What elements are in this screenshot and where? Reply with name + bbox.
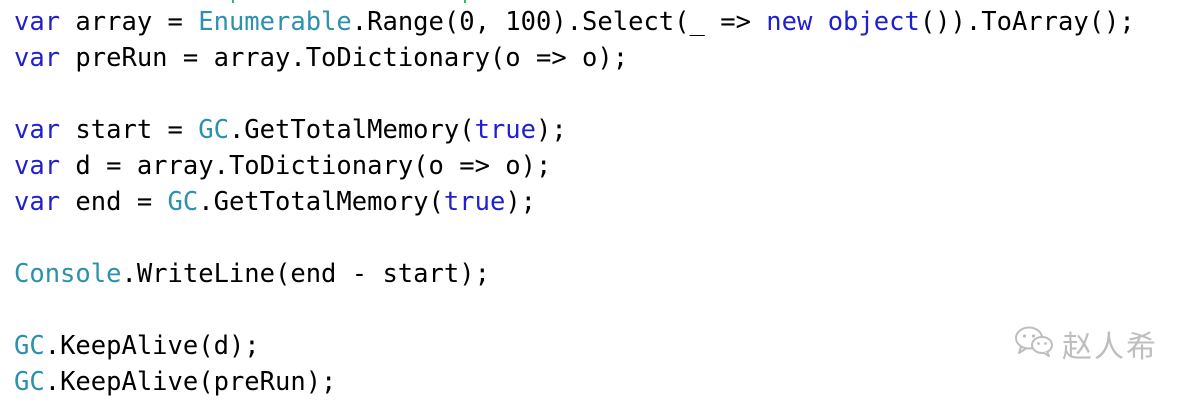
code-token-type: GC — [198, 115, 229, 145]
code-token-type: GC — [167, 187, 199, 217]
code-token-type: GC — [14, 331, 45, 361]
code-token-plain: ()).ToArray(); — [919, 7, 1135, 37]
code-editor[interactable]: var array = Enumerable.Range(0, 100).Sel… — [0, 0, 1196, 406]
code-token-plain: array = — [60, 7, 199, 37]
code-token-plain: .KeepAlive(d); — [44, 331, 260, 361]
code-token-kw: var — [14, 151, 61, 181]
code-token-plain: ); — [536, 115, 567, 145]
code-token-plain: .WriteLine(end - start); — [121, 259, 490, 289]
code-token-plain: preRun = array.ToDictionary(o => o); — [60, 43, 629, 73]
code-line[interactable]: var preRun = array.ToDictionary(o => o); — [14, 40, 1196, 76]
code-token-type: Console — [14, 259, 122, 289]
code-token-plain: end = — [60, 187, 168, 217]
watermark-text: 赵人希 — [1062, 330, 1158, 365]
code-line[interactable]: var d = array.ToDictionary(o => o); — [14, 148, 1196, 184]
code-token-kw: object — [827, 7, 920, 37]
code-token-kw: new — [766, 7, 813, 37]
code-token-plain: .Range(0, 100).Select(_ => — [351, 7, 767, 37]
code-line[interactable]: var array = Enumerable.Range(0, 100).Sel… — [14, 4, 1196, 40]
code-token-type: Enumerable — [198, 7, 352, 37]
code-token-plain: .KeepAlive(preRun); — [44, 367, 337, 397]
code-token-kw: var — [14, 187, 61, 217]
code-token-kw: var — [14, 7, 61, 37]
code-line[interactable]: GC.KeepAlive(preRun); — [14, 364, 1196, 400]
code-token-plain: .GetTotalMemory( — [198, 187, 444, 217]
top-marker — [0, 0, 1196, 3]
code-token-plain: d = array.ToDictionary(o => o); — [60, 151, 552, 181]
code-token-kw: var — [14, 115, 61, 145]
code-line[interactable]: Console.WriteLine(end - start); — [14, 256, 1196, 292]
code-token-plain: start = — [60, 115, 199, 145]
code-token-type: GC — [14, 367, 45, 397]
code-token-kw: true — [443, 187, 506, 217]
code-token-plain: .GetTotalMemory( — [228, 115, 475, 145]
watermark: 赵人希 — [1014, 322, 1158, 366]
code-line[interactable] — [14, 76, 1196, 112]
code-line[interactable] — [14, 220, 1196, 256]
code-token-plain: ); — [505, 187, 537, 217]
code-token-kw: true — [474, 115, 537, 145]
code-line[interactable]: var end = GC.GetTotalMemory(true); — [14, 184, 1196, 220]
code-token-kw: var — [14, 43, 61, 73]
wechat-icon — [1014, 324, 1054, 365]
code-line[interactable]: var start = GC.GetTotalMemory(true); — [14, 112, 1196, 148]
